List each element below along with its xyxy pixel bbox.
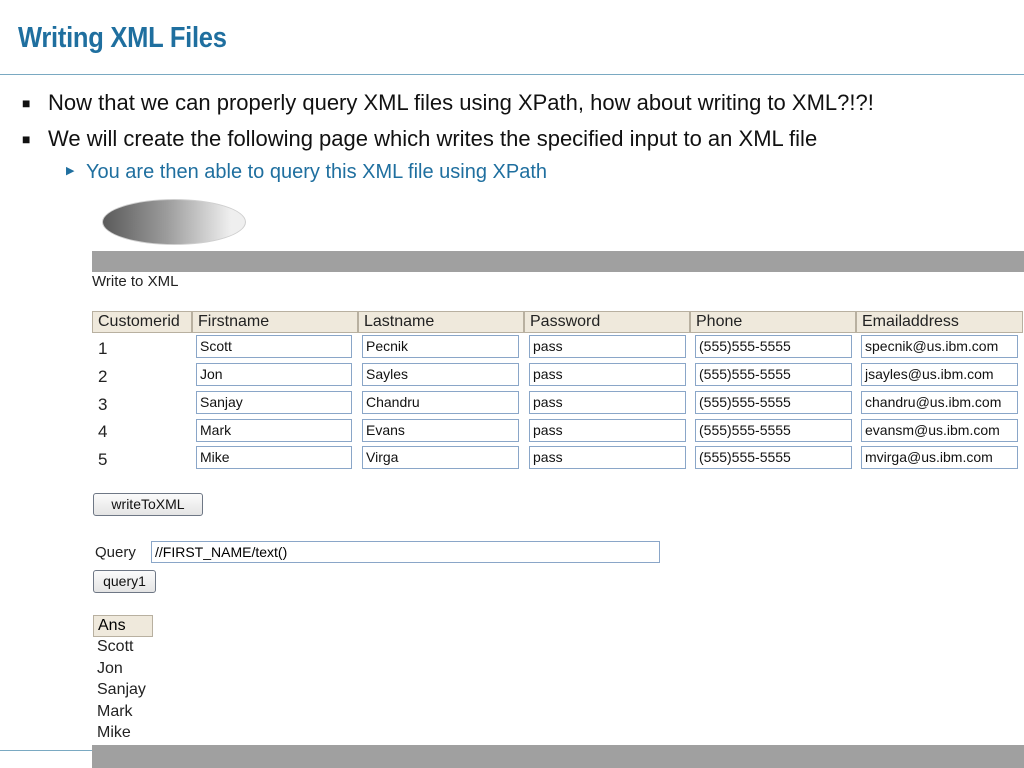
row-3-lastname-input[interactable]: Chandru — [362, 391, 519, 414]
row-3-password-input[interactable]: pass — [529, 391, 686, 414]
row-5-email-input[interactable]: mvirga@us.ibm.com — [861, 446, 1018, 469]
footer-divider — [0, 750, 92, 751]
column-header-firstname: Firstname — [192, 311, 358, 333]
row-1-password-input[interactable]: pass — [529, 335, 686, 358]
title-divider — [0, 74, 1024, 75]
column-header-customerid: Customerid — [92, 311, 192, 333]
row-1-lastname-input[interactable]: Pecnik — [362, 335, 519, 358]
write-to-xml-button[interactable]: writeToXML — [93, 493, 203, 516]
answer-header: Ans — [93, 615, 153, 637]
row-2-lastname-input[interactable]: Sayles — [362, 363, 519, 386]
row-3-firstname-input[interactable]: Sanjay — [196, 391, 352, 414]
row-2-phone-input[interactable]: (555)555-5555 — [695, 363, 852, 386]
row-1-email-input[interactable]: specnik@us.ibm.com — [861, 335, 1018, 358]
app-top-bar — [92, 251, 1024, 272]
row-2-password-input[interactable]: pass — [529, 363, 686, 386]
page-label: Write to XML — [92, 273, 179, 290]
row-5-id: 5 — [98, 450, 108, 469]
row-4-id: 4 — [98, 422, 108, 441]
row-5-password-input[interactable]: pass — [529, 446, 686, 469]
row-4-firstname-input[interactable]: Mark — [196, 419, 352, 442]
row-4-email-input[interactable]: evansm@us.ibm.com — [861, 419, 1018, 442]
row-2-firstname-input[interactable]: Jon — [196, 363, 352, 386]
answer-item: Scott — [97, 638, 134, 655]
column-header-password: Password — [524, 311, 690, 333]
row-5-firstname-input[interactable]: Mike — [196, 446, 352, 469]
row-3-id: 3 — [98, 395, 108, 414]
query-input[interactable]: //FIRST_NAME/text() — [151, 541, 660, 563]
row-2-id: 2 — [98, 367, 108, 386]
row-4-phone-input[interactable]: (555)555-5555 — [695, 419, 852, 442]
app-bottom-bar — [92, 745, 1024, 768]
bullet-2: ■ We will create the following page whic… — [22, 126, 818, 152]
square-bullet-icon: ■ — [22, 95, 31, 111]
query-label: Query — [95, 544, 136, 561]
row-2-email-input[interactable]: jsayles@us.ibm.com — [861, 363, 1018, 386]
row-4-password-input[interactable]: pass — [529, 419, 686, 442]
row-5-phone-input[interactable]: (555)555-5555 — [695, 446, 852, 469]
row-1-firstname-input[interactable]: Scott — [196, 335, 352, 358]
answer-item: Sanjay — [97, 681, 146, 698]
query1-button[interactable]: query1 — [93, 570, 156, 593]
triangle-right-icon: ▶ — [66, 165, 75, 177]
row-4-lastname-input[interactable]: Evans — [362, 419, 519, 442]
sub-bullet-text: You are then able to query this XML file… — [86, 161, 548, 183]
answer-item: Jon — [97, 660, 123, 677]
column-header-phone: Phone — [690, 311, 856, 333]
answer-item: Mike — [97, 724, 131, 741]
square-bullet-icon: ■ — [22, 131, 31, 147]
row-3-email-input[interactable]: chandru@us.ibm.com — [861, 391, 1018, 414]
column-header-emailaddress: Emailaddress — [856, 311, 1023, 333]
slide-title: Writing XML Files — [18, 22, 227, 54]
row-1-phone-input[interactable]: (555)555-5555 — [695, 335, 852, 358]
row-3-phone-input[interactable]: (555)555-5555 — [695, 391, 852, 414]
gradient-oval-decoration — [102, 199, 246, 245]
row-5-lastname-input[interactable]: Virga — [362, 446, 519, 469]
column-header-lastname: Lastname — [358, 311, 524, 333]
bullet-1: ■ Now that we can properly query XML fil… — [22, 90, 874, 116]
sub-bullet: ▶ You are then able to query this XML fi… — [66, 161, 548, 184]
row-1-id: 1 — [98, 339, 108, 358]
bullet-1-text: Now that we can properly query XML files… — [48, 90, 874, 115]
answer-item: Mark — [97, 703, 133, 720]
bullet-2-text: We will create the following page which … — [48, 126, 818, 151]
